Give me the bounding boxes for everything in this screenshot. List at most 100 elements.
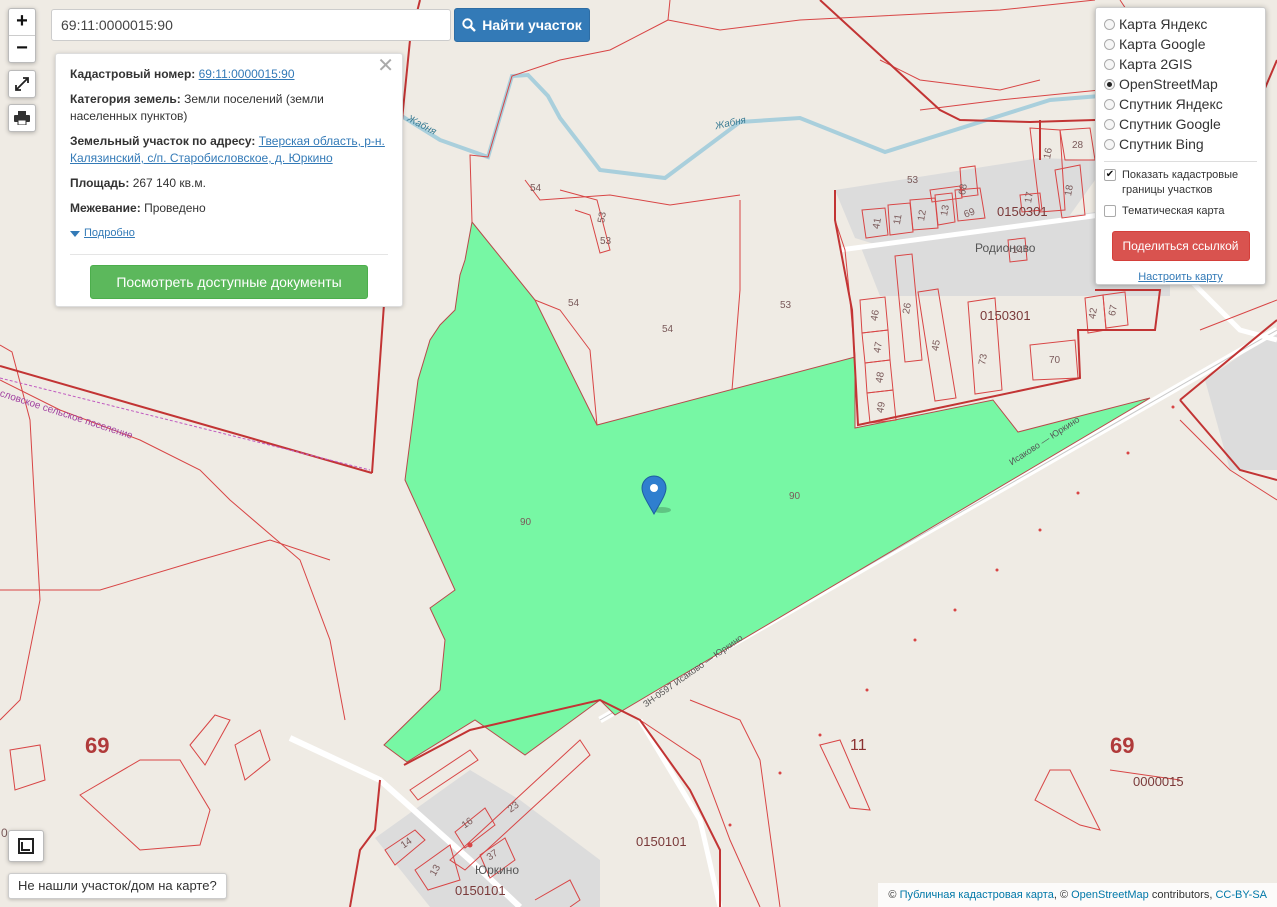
- fullscreen-button[interactable]: [8, 70, 36, 98]
- category-row: Категория земель: Земли поселений (земли…: [70, 91, 388, 125]
- pkk-link[interactable]: Публичная кадастровая карта: [900, 889, 1054, 901]
- cadastral-link[interactable]: 69:11:0000015:90: [199, 67, 295, 81]
- basemap-option-label: Карта Google: [1119, 36, 1206, 52]
- search-icon: [462, 18, 477, 32]
- category-label: Категория земель:: [70, 92, 181, 106]
- divider: [70, 254, 388, 255]
- contributors-text: contributors,: [1151, 889, 1213, 901]
- basemap-option[interactable]: OpenStreetMap: [1104, 74, 1257, 94]
- parcel-label: 42: [1087, 307, 1100, 320]
- more-toggle[interactable]: Подробно: [70, 225, 388, 242]
- view-documents-button[interactable]: Посмотреть доступные документы: [90, 265, 368, 299]
- basemap-option[interactable]: Спутник Яндекс: [1104, 94, 1257, 114]
- zoom-control: + −: [8, 8, 36, 63]
- quarter-label: 0150101: [636, 834, 687, 849]
- cadastral-row: Кадастровый номер: 69:11:0000015:90: [70, 66, 388, 83]
- basemap-option-label: Спутник Bing: [1119, 136, 1204, 152]
- quarter-label: 0150301: [980, 308, 1031, 323]
- parcel-label: 17: [1023, 191, 1036, 204]
- area-value: 267 140 кв.м.: [132, 176, 206, 190]
- parcel-label: 14: [1012, 245, 1024, 256]
- parcel-label: 45: [930, 339, 943, 352]
- parcel-label: 54: [530, 183, 542, 194]
- radio-icon: [1104, 78, 1115, 90]
- survey-label: Межевание:: [70, 201, 141, 215]
- quarter-label: 0150301: [997, 204, 1048, 219]
- show-borders-checkbox[interactable]: ✔ Показать кадастровые границы участков: [1104, 168, 1257, 198]
- parcel-label: 49: [875, 401, 888, 414]
- map-attribution: © Публичная кадастровая карта, © OpenStr…: [878, 883, 1277, 907]
- parcel-label: 68: [957, 183, 970, 196]
- parcel-label: 11: [891, 213, 905, 226]
- basemap-option[interactable]: Карта Яндекс: [1104, 14, 1257, 34]
- parcel-label: 48: [874, 371, 887, 384]
- basemap-option-label: Спутник Google: [1119, 116, 1221, 132]
- cadastral-label: Кадастровый номер:: [70, 67, 196, 81]
- fullscreen-icon: [15, 77, 29, 91]
- parcel-label: 28: [1072, 140, 1084, 151]
- quarter-label: 0150101: [455, 883, 506, 898]
- basemap-option[interactable]: Карта 2GIS: [1104, 54, 1257, 74]
- parcel-label: 53: [907, 175, 919, 186]
- share-link-button[interactable]: Поделиться ссылкой: [1111, 231, 1250, 261]
- region-label: 69: [85, 733, 110, 758]
- caret-down-icon: [70, 230, 80, 237]
- more-label: Подробно: [84, 227, 135, 239]
- print-button[interactable]: [8, 104, 36, 132]
- parcel-label: 47: [872, 341, 885, 354]
- layers-panel: Карта Яндекс Карта Google Карта 2GIS OpenSt…: [1095, 7, 1266, 285]
- basemap-option-label: Карта 2GIS: [1119, 56, 1193, 72]
- parcel-label: 16: [1042, 147, 1055, 160]
- legend-button[interactable]: [8, 830, 44, 862]
- parcel-info-panel: ✕ Кадастровый номер: 69:11:0000015:90 Ка…: [55, 53, 403, 307]
- zoom-in-button[interactable]: +: [9, 9, 35, 35]
- basemap-option[interactable]: Спутник Bing: [1104, 134, 1257, 154]
- separator: , ©: [1053, 889, 1069, 901]
- quarter-label: 0000015: [1133, 774, 1184, 789]
- area-label: Площадь:: [70, 176, 130, 190]
- basemap-options: Карта Яндекс Карта Google Карта 2GIS OpenSt…: [1104, 14, 1257, 154]
- address-label: Земельный участок по адресу:: [70, 134, 256, 148]
- thematic-map-checkbox[interactable]: Тематическая карта: [1104, 204, 1257, 219]
- river-zhabnya: [398, 72, 1101, 181]
- parcel-label: 41: [871, 217, 884, 230]
- radio-icon: [1104, 58, 1115, 70]
- parcel-label: 90: [520, 517, 532, 528]
- copyright-symbol: ©: [888, 889, 897, 901]
- legend-icon: [18, 838, 34, 854]
- road-side: [637, 718, 723, 907]
- parcel-label: 18: [1063, 184, 1076, 197]
- selected-parcel[interactable]: [383, 220, 1151, 763]
- search-input[interactable]: 69:11:0000015:90: [51, 9, 451, 41]
- radio-icon: [1104, 138, 1115, 150]
- parcel-label: 26: [901, 302, 914, 315]
- zoom-out-button[interactable]: −: [9, 35, 35, 62]
- village-label: Юркино: [475, 863, 520, 877]
- survey-row: Межевание: Проведено: [70, 200, 388, 217]
- address-row: Земельный участок по адресу: Тверская об…: [70, 133, 388, 167]
- basemap-option-label: OpenStreetMap: [1119, 76, 1218, 92]
- checkbox-icon: [1104, 205, 1116, 217]
- osm-link[interactable]: OpenStreetMap: [1071, 889, 1149, 901]
- basemap-option-label: Карта Яндекс: [1119, 16, 1208, 32]
- parcel-label: 73: [977, 353, 990, 366]
- thematic-map-label: Тематическая карта: [1122, 205, 1225, 217]
- not-found-button[interactable]: Не нашли участок/дом на карте?: [8, 873, 227, 899]
- basemap-option[interactable]: Спутник Google: [1104, 114, 1257, 134]
- basemap-option[interactable]: Карта Google: [1104, 34, 1257, 54]
- parcel-label: 13: [939, 204, 952, 217]
- search-button[interactable]: Найти участок: [454, 8, 590, 42]
- parcel-label: 53: [596, 211, 609, 224]
- parcel-label: 53: [780, 300, 792, 311]
- parcel-label: 90: [789, 491, 801, 502]
- region-label: 69: [1110, 733, 1135, 758]
- close-icon[interactable]: ✕: [377, 56, 394, 76]
- configure-map-link[interactable]: Настроить карту: [1104, 271, 1257, 283]
- parcel-label: 46: [869, 309, 882, 322]
- parcel-label: 54: [662, 324, 674, 335]
- parcel-label: 54: [568, 298, 580, 309]
- radio-icon: [1104, 118, 1115, 130]
- basemap-option-label: Спутник Яндекс: [1119, 96, 1223, 112]
- license-link[interactable]: CC-BY-SA: [1215, 889, 1267, 901]
- survey-value: Проведено: [144, 201, 206, 215]
